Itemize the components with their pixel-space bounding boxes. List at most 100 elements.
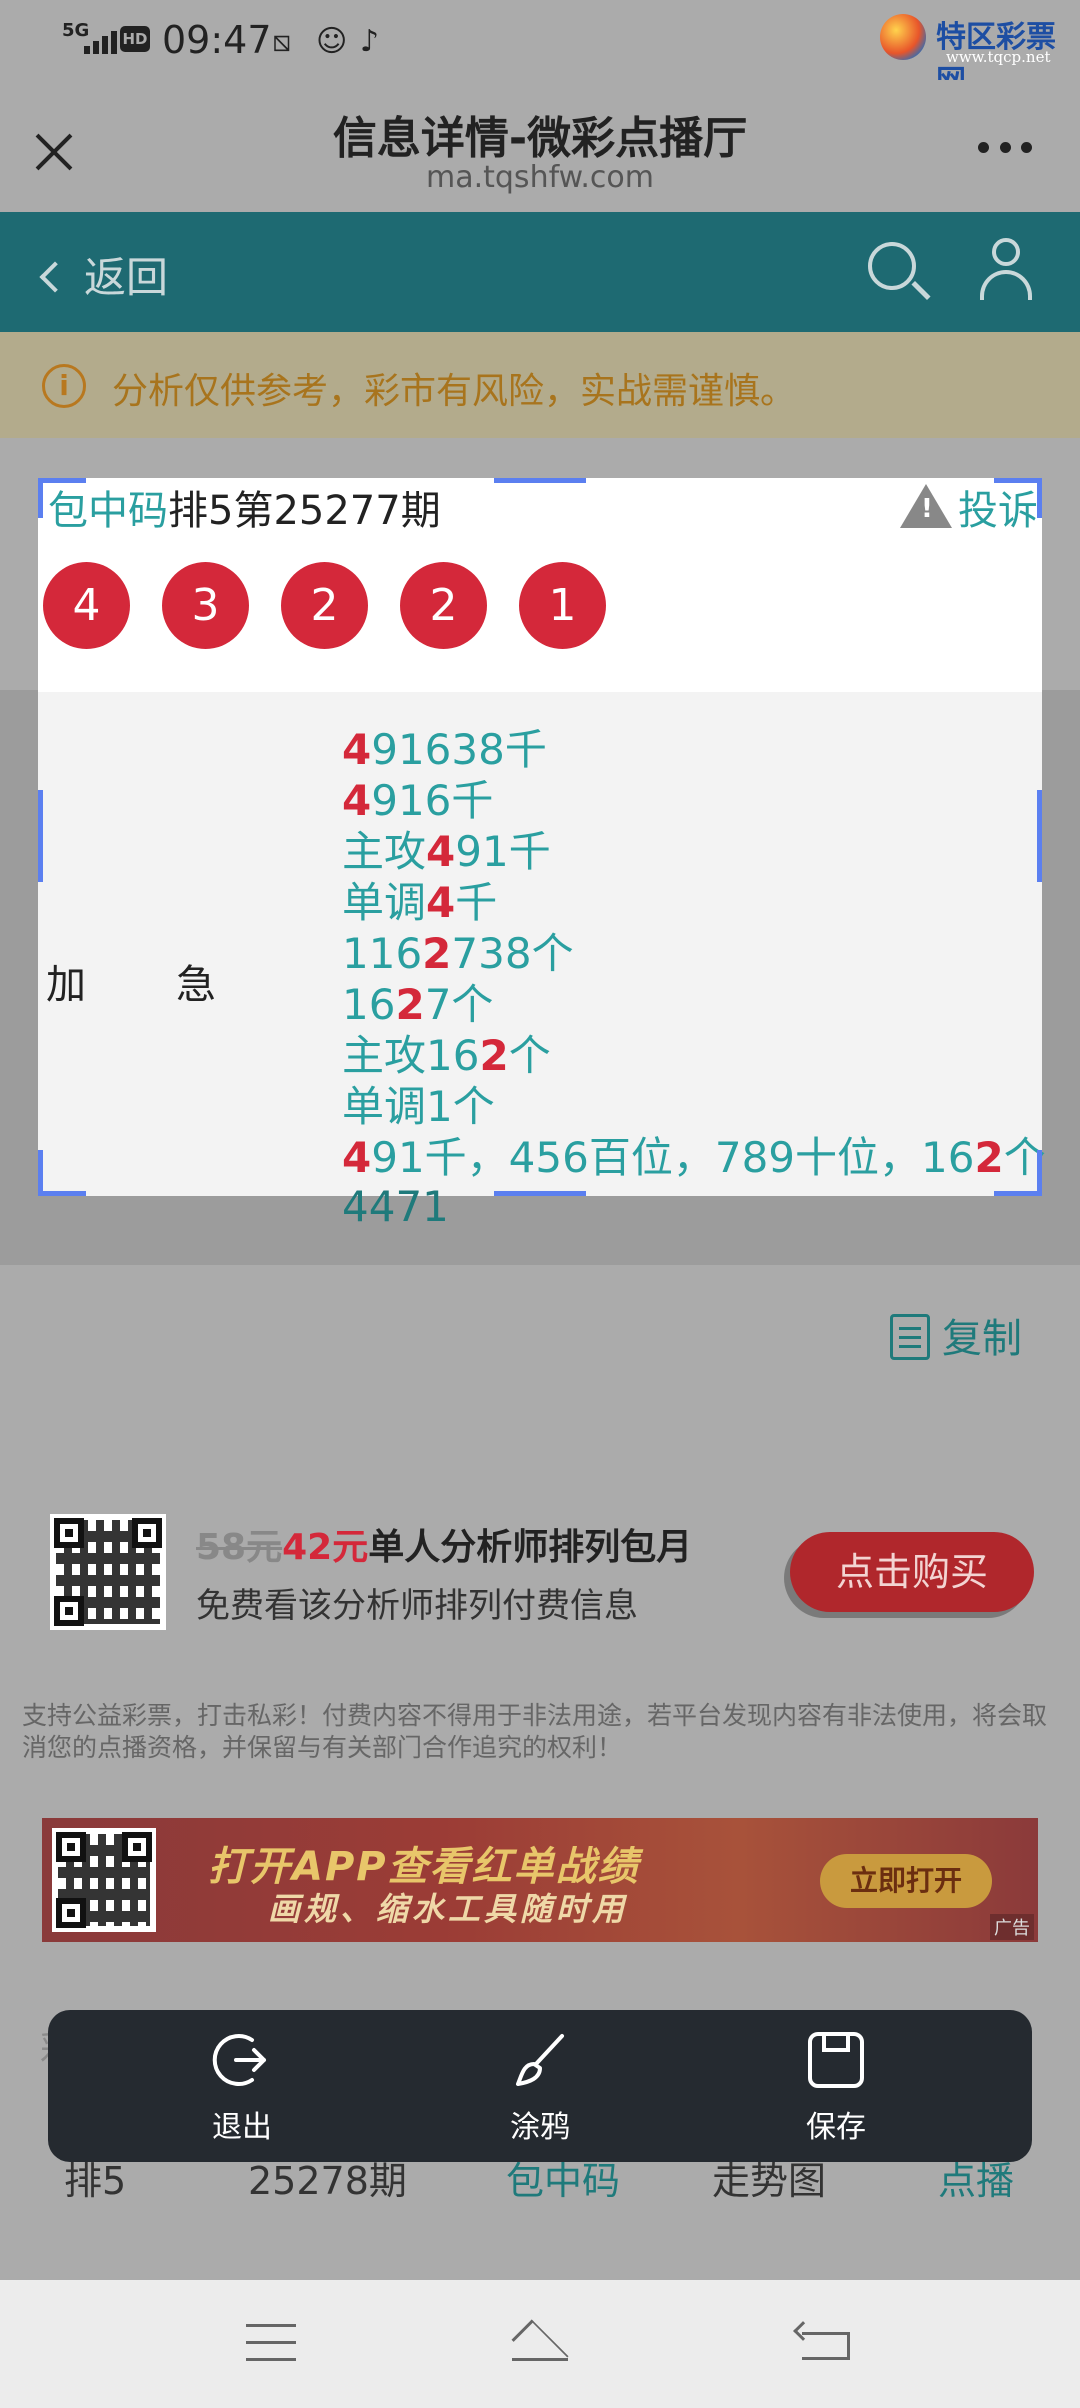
- logo-icon: [880, 14, 926, 60]
- label-right: 急: [176, 962, 216, 1008]
- brush-icon: [516, 2034, 564, 2086]
- highlight-digit: 2: [974, 1133, 1004, 1182]
- old-price: 58元: [196, 1527, 283, 1568]
- selection-handle[interactable]: [38, 1150, 43, 1196]
- ad-tag: 广告: [990, 1914, 1034, 1940]
- save-label: 保存: [806, 2110, 866, 2145]
- page-title: 信息详情-微彩点播厅: [332, 113, 748, 164]
- copy-button[interactable]: 复制: [890, 1306, 1022, 1364]
- browser-title-bar: 信息详情-微彩点播厅 ma.tqshfw.com: [0, 80, 1080, 212]
- line-text: 738个: [451, 929, 574, 978]
- buy-button[interactable]: 点击购买: [790, 1532, 1034, 1612]
- screenshot-toolbar: 退出 涂鸦 保存: [48, 2010, 1032, 2162]
- ball: 2: [400, 562, 487, 649]
- row-label: 加急: [46, 952, 306, 1010]
- report-button[interactable]: ! 投诉: [900, 478, 1038, 536]
- selection-handle[interactable]: [494, 478, 586, 483]
- system-nav-bar: [0, 2280, 1080, 2408]
- highlight-digit: 4: [342, 1133, 372, 1182]
- selection-handle[interactable]: [38, 478, 43, 518]
- exit-label: 退出: [212, 2110, 272, 2145]
- promo-title: 58元42元单人分析师排列包月: [196, 1518, 692, 1570]
- chevron-left-icon: [39, 261, 71, 293]
- save-button[interactable]: 保存: [766, 2030, 906, 2150]
- watermark-url: www.tqcp.net: [946, 48, 1051, 66]
- more-icon[interactable]: [978, 142, 1032, 156]
- selection-handle[interactable]: [1037, 478, 1042, 518]
- selection-handle[interactable]: [1037, 1150, 1042, 1196]
- prediction-line: 1627个: [342, 979, 1046, 1030]
- signal-icon: [84, 24, 117, 54]
- line-text: 单调1个: [342, 1082, 495, 1131]
- exit-icon: [212, 2034, 266, 2086]
- doodle-button[interactable]: 涂鸦: [470, 2030, 610, 2150]
- back-label: 返回: [84, 253, 169, 302]
- ball: 4: [43, 562, 130, 649]
- info-icon: i: [42, 364, 86, 408]
- prediction-line: 491千，456百位，789十位，162个: [342, 1132, 1046, 1183]
- highlight-digit: 4: [426, 878, 456, 927]
- prediction-lines: 491638千 4916千 主攻491千 单调4千 1162738个 1627个 主攻162…: [342, 724, 1046, 1183]
- line-text: 91638千: [371, 725, 547, 774]
- selection-handle[interactable]: [38, 1191, 86, 1196]
- report-label: 投诉: [958, 488, 1038, 534]
- menu-icon[interactable]: [246, 2324, 296, 2364]
- status-time: 09:47: [162, 18, 272, 62]
- selection-handle[interactable]: [38, 790, 43, 882]
- hd-icon: HD: [120, 26, 150, 52]
- line-text: 916千: [371, 776, 494, 825]
- prediction-line: 1162738个: [342, 928, 1046, 979]
- prediction-line: 4916千: [342, 775, 1046, 826]
- selection-handle[interactable]: [494, 1191, 586, 1196]
- ball: 2: [281, 562, 368, 649]
- line-text: 16: [342, 980, 396, 1029]
- highlight-digit: 2: [395, 980, 425, 1029]
- prediction-line: 491638千: [342, 724, 1046, 775]
- prediction-line: 主攻491千: [342, 826, 1046, 877]
- open-app-button[interactable]: 立即打开: [820, 1854, 992, 1908]
- legal-notice: 支持公益彩票，打击私彩！付费内容不得用于非法用途，若平台发现内容有非法使用，将会…: [22, 1701, 1048, 1762]
- label-left: 加: [46, 962, 86, 1008]
- highlight-digit: 4: [426, 827, 456, 876]
- selection-handle[interactable]: [994, 478, 1042, 483]
- line-text: 单调: [342, 878, 427, 927]
- selection-handle[interactable]: [994, 1191, 1042, 1196]
- ad-line-2: 画规、缩水工具随时用: [268, 1890, 629, 1928]
- issue-text: 排5第25277期: [168, 488, 441, 534]
- highlight-digit: 2: [422, 929, 452, 978]
- tiktok-icon: ♪: [360, 24, 380, 59]
- home-icon[interactable]: [504, 2319, 576, 2377]
- card-header: 包中码排5第25277期: [48, 478, 441, 536]
- line-text: 7个: [424, 980, 494, 1029]
- promo-title-text: 单人分析师排列包月: [368, 1527, 693, 1568]
- site-nav: 返回: [0, 212, 1080, 332]
- app-ad-banner[interactable]: 打开APP查看红单战绩 画规、缩水工具随时用 立即打开 广告: [42, 1818, 1038, 1942]
- line-text: 主攻16: [342, 1031, 480, 1080]
- ball: 3: [162, 562, 249, 649]
- prediction-content: 加急 491638千 4916千 主攻491千 单调4千 1162738个 1627个 主攻…: [38, 692, 1046, 1196]
- qr-code-icon: [50, 1514, 166, 1630]
- category-link[interactable]: 包中码: [48, 488, 168, 534]
- prediction-line: 单调1个: [342, 1081, 1046, 1132]
- save-icon: [808, 2032, 864, 2088]
- status-bar: 5G HD 09:47 ⧅ ☺ ♪ 特区彩票网 www.tqcp.net: [0, 0, 1080, 99]
- prediction-line: 单调4千: [342, 877, 1046, 928]
- warning-text: 分析仅供参考，彩市有风险，实战需谨慎。: [112, 371, 797, 412]
- draw-balls: 4 3 2 2 1: [43, 562, 606, 649]
- line-text: 91千: [455, 827, 551, 876]
- app-icon: ☺: [316, 24, 348, 59]
- back-icon[interactable]: [793, 2321, 852, 2364]
- back-button[interactable]: 返回: [39, 244, 169, 305]
- user-icon[interactable]: [978, 238, 1034, 302]
- watermark-logo: 特区彩票网 www.tqcp.net: [860, 6, 1070, 99]
- line-text: 主攻: [342, 827, 427, 876]
- exit-button[interactable]: 退出: [172, 2030, 312, 2150]
- selection-handle[interactable]: [38, 478, 86, 483]
- copy-icon: [890, 1314, 930, 1360]
- search-icon[interactable]: [868, 242, 931, 301]
- ad-qr-code-icon: [52, 1828, 156, 1932]
- new-price: 42元: [282, 1527, 369, 1568]
- line-text: 91千，456百位，789十位，16: [371, 1133, 975, 1182]
- selection-handle[interactable]: [1037, 790, 1042, 882]
- copy-label: 复制: [942, 1316, 1022, 1362]
